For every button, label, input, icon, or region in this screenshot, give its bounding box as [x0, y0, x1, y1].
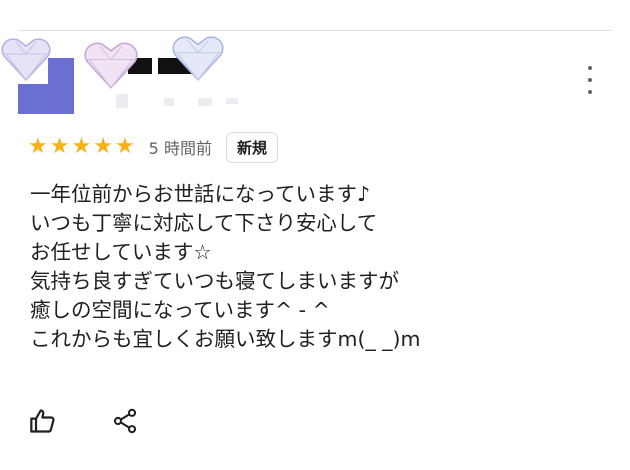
share-button[interactable]	[110, 405, 140, 437]
more-vert-icon[interactable]	[578, 66, 602, 94]
heart-sticker-icon	[1, 38, 51, 82]
thumb-up-icon	[30, 409, 55, 433]
star-rating: ★ ★ ★ ★ ★	[28, 136, 135, 158]
star-icon: ★	[114, 134, 135, 159]
redaction-chip	[198, 98, 212, 106]
heart-sticker-icon	[84, 42, 138, 89]
review-body: 一年位前からお世話になっています♪ いつも丁寧に対応して下さり安心して お任せし…	[30, 180, 590, 354]
new-badge: 新規	[225, 131, 278, 163]
review-line: 気持ち良すぎていつも寝てしまいますが	[30, 269, 399, 293]
redaction-chip	[226, 98, 238, 104]
redaction-chip	[116, 94, 128, 108]
star-icon: ★	[49, 134, 70, 159]
share-icon	[113, 408, 137, 434]
review-time: 5 時間前	[148, 139, 212, 158]
redaction-chip	[164, 98, 174, 106]
heart-sticker-icon	[172, 36, 224, 81]
star-icon: ★	[93, 134, 113, 159]
rating-row: ★ ★ ★ ★ ★ 5 時間前 新規	[28, 131, 278, 163]
top-divider	[18, 30, 612, 31]
star-icon: ★	[71, 134, 92, 159]
review-line: 一年位前からお世話になっています♪	[30, 182, 371, 206]
like-button[interactable]	[28, 405, 58, 437]
review-line: お任せしています☆	[30, 240, 212, 264]
review-line: いつも丁寧に対応して下さり安心して	[30, 211, 378, 235]
review-line: これからも宜しくお願い致しますm(_ _)m	[30, 327, 421, 351]
star-icon: ★	[28, 134, 48, 159]
review-line: 癒しの空間になっています^ - ^	[30, 298, 330, 322]
review-actions	[28, 405, 140, 437]
